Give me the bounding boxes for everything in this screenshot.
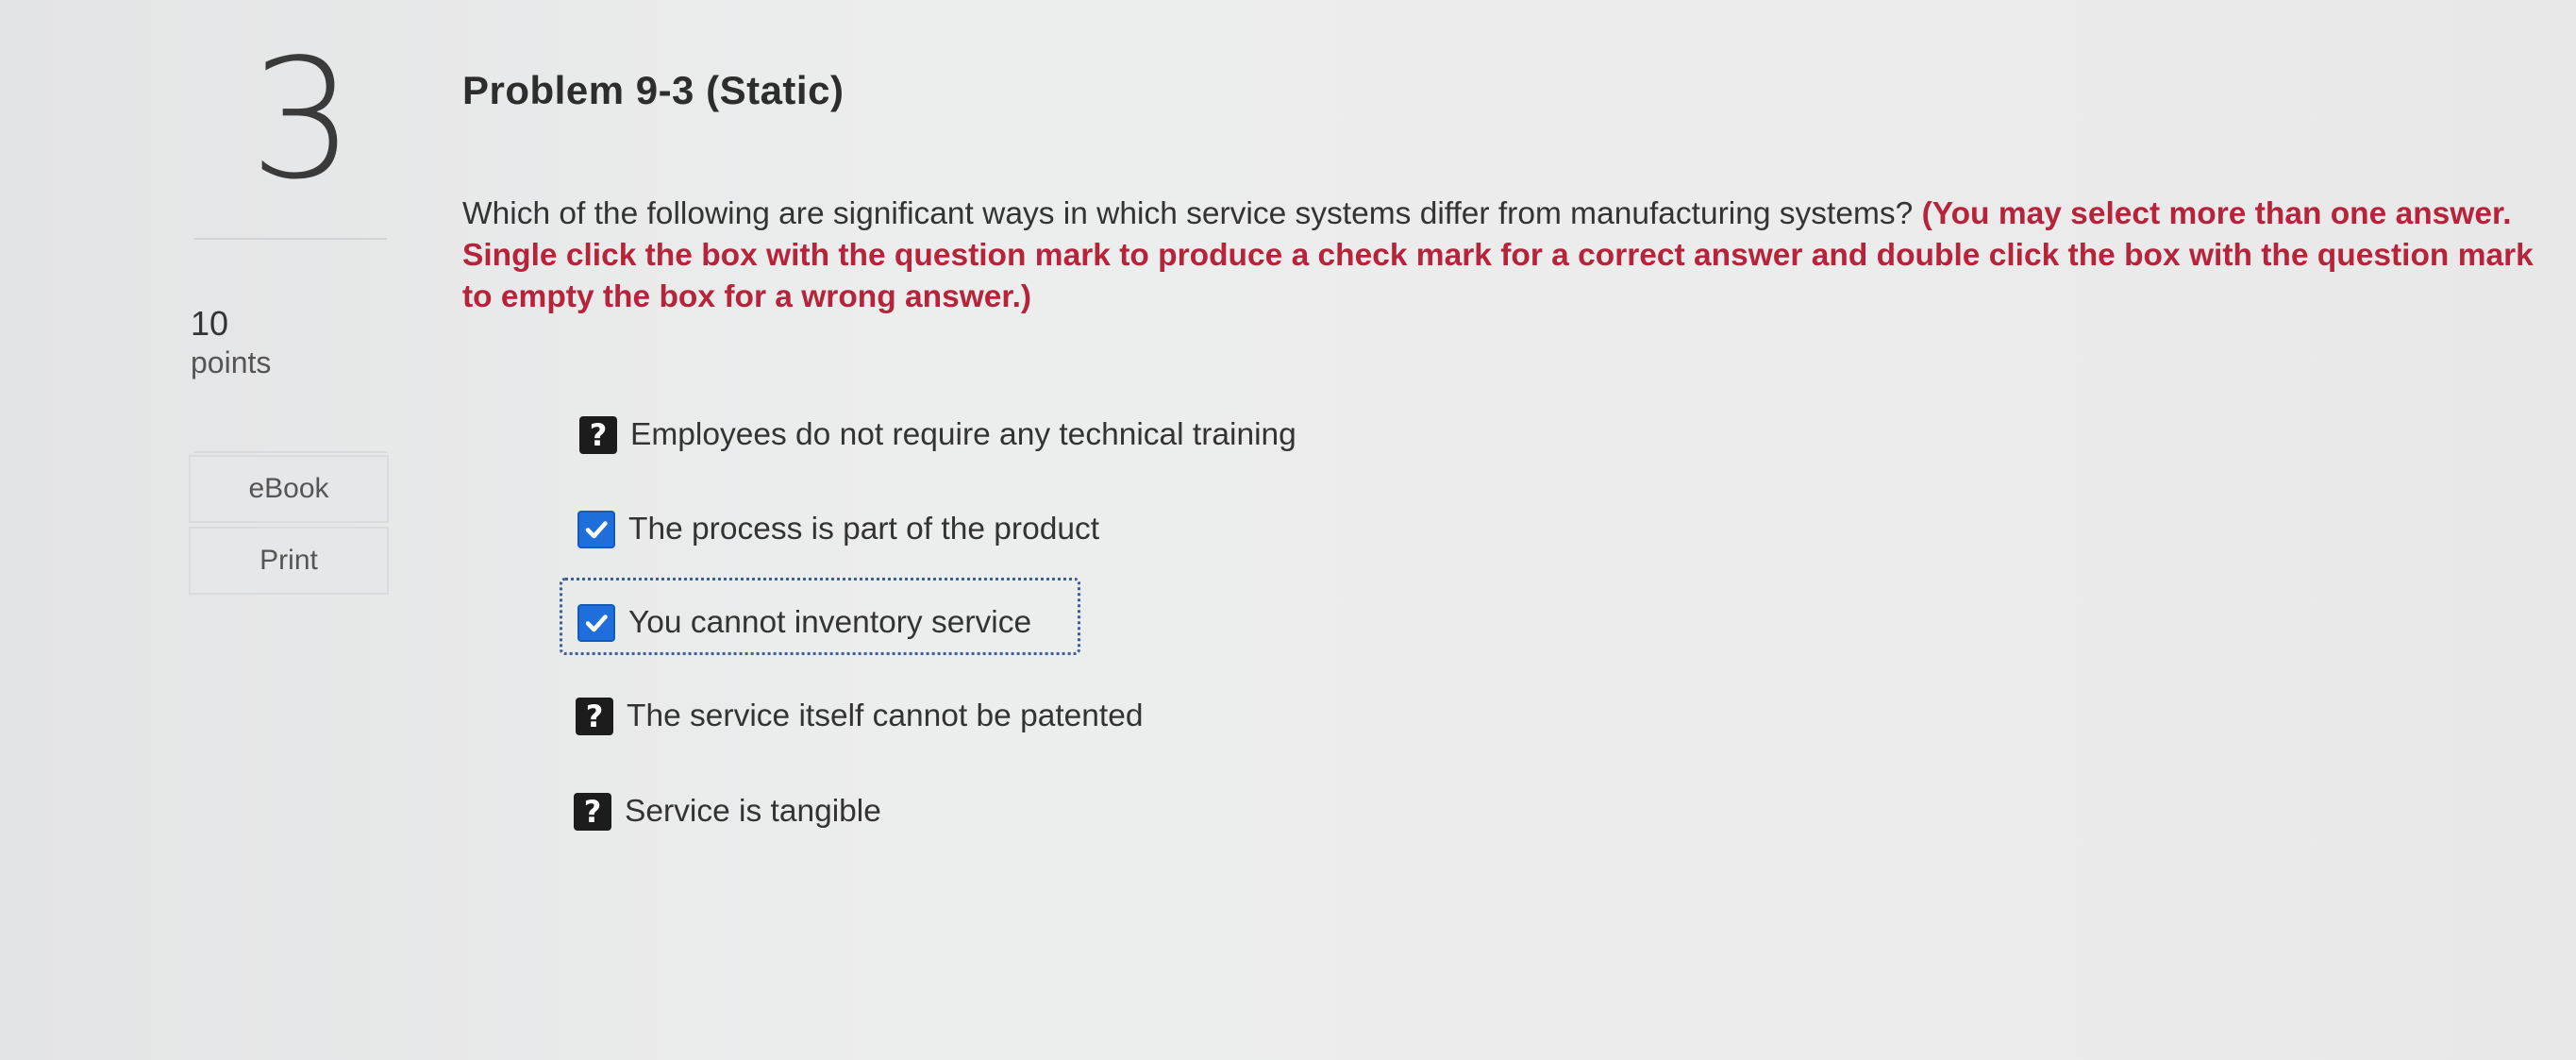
answer-option-4[interactable]: ? The service itself cannot be patented: [576, 698, 1144, 735]
answer-option-label: You cannot inventory service: [628, 605, 1032, 640]
answer-option-1[interactable]: ? Employees do not require any technical…: [579, 416, 1296, 454]
answer-option-label: The service itself cannot be patented: [627, 698, 1144, 733]
question-mark-icon[interactable]: ?: [574, 793, 611, 831]
ebook-button[interactable]: eBook: [189, 455, 389, 523]
answer-option-label: The process is part of the product: [628, 512, 1100, 547]
problem-title: Problem 9-3 (Static): [462, 68, 845, 112]
question-sidebar: 3 10 points eBook Print: [0, 0, 425, 1060]
check-icon[interactable]: [577, 604, 615, 642]
answer-option-label: Employees do not require any technical t…: [630, 417, 1296, 452]
points-label: points: [191, 345, 272, 379]
question-mark-icon[interactable]: ?: [579, 416, 617, 454]
print-button[interactable]: Print: [189, 527, 389, 595]
divider: [193, 238, 387, 240]
answer-option-label: Service is tangible: [625, 794, 881, 829]
question-mark-icon[interactable]: ?: [576, 698, 613, 735]
check-icon[interactable]: [577, 511, 615, 548]
points-value: 10: [191, 304, 229, 343]
question-prompt: Which of the following are significant w…: [462, 196, 1914, 231]
answer-option-3[interactable]: You cannot inventory service: [577, 604, 1031, 642]
question-text: Which of the following are significant w…: [462, 193, 2548, 318]
divider: [193, 451, 387, 453]
answer-option-5[interactable]: ? Service is tangible: [574, 793, 881, 831]
question-number: 3: [249, 25, 355, 216]
answer-option-2[interactable]: The process is part of the product: [577, 511, 1099, 548]
